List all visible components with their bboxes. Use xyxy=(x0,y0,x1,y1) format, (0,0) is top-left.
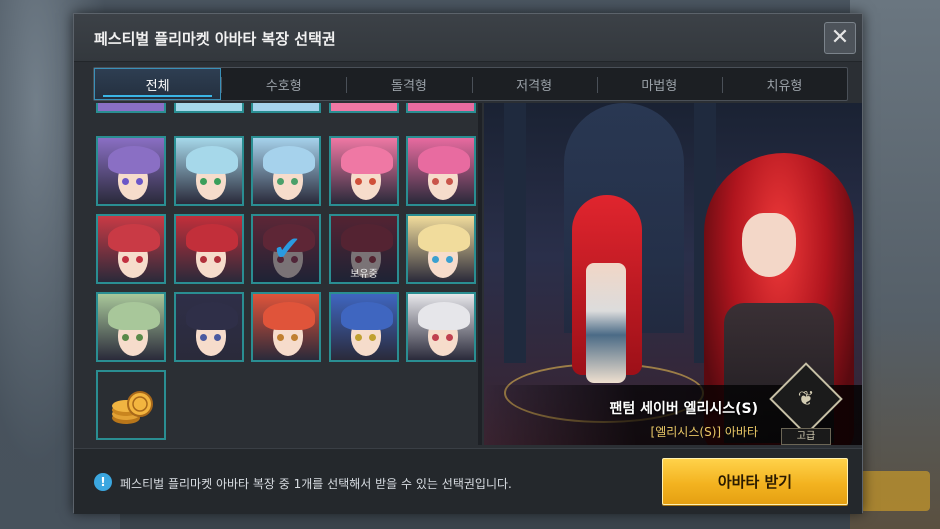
avatar-portrait-hair xyxy=(341,146,393,174)
avatar-portrait-eye xyxy=(122,178,129,185)
tab-label: 돌격형 xyxy=(390,78,427,94)
avatar-portrait-eye xyxy=(355,178,362,185)
avatar-name: 팬텀 세이버 엘리시스(S) xyxy=(609,401,758,417)
avatar-portrait-eye xyxy=(291,334,298,341)
avatar-portrait-eye xyxy=(355,334,362,341)
dialog-footer: ! 페스티벌 플리마켓 아바타 복장 중 1개를 선택해서 받을 수 있는 선택… xyxy=(74,448,862,514)
avatar-portrait-eye xyxy=(214,178,221,185)
tab-label: 수호형 xyxy=(265,78,302,94)
avatar-portrait-hair xyxy=(186,302,238,330)
tab-guardian[interactable]: 수호형 xyxy=(221,68,346,100)
avatar-portrait-hair xyxy=(418,224,470,252)
avatar-portrait-eye xyxy=(214,256,221,263)
avatar-cell[interactable] xyxy=(96,136,166,206)
tab-label: 마법형 xyxy=(641,78,678,94)
avatar-cell[interactable] xyxy=(96,214,166,284)
avatar-subtitle: [엘리시스(S)] 아바타 xyxy=(650,425,758,439)
avatar-portrait-hair xyxy=(186,146,238,174)
background-pillar xyxy=(504,103,526,363)
avatar-portrait-eye xyxy=(369,178,376,185)
avatar-cell-selected[interactable]: ✔ xyxy=(251,214,321,284)
avatar-portrait-eye xyxy=(200,256,207,263)
character-illustration-face xyxy=(742,213,796,277)
grid-scrollbar[interactable] xyxy=(478,103,482,445)
avatar-cell[interactable] xyxy=(251,292,321,362)
coin-reward-cell[interactable] xyxy=(96,370,166,440)
info-icon: ! xyxy=(94,473,112,491)
avatar-portrait-hair xyxy=(418,302,470,330)
dialog-header: 페스티벌 플리마켓 아바타 복장 선택권 ✕ xyxy=(74,14,862,62)
avatar-portrait-eye xyxy=(136,334,143,341)
avatar-portrait-eye xyxy=(277,334,284,341)
avatar-portrait-eye xyxy=(432,256,439,263)
chibi-character-body xyxy=(586,263,626,383)
avatar-portrait-eye xyxy=(200,334,207,341)
avatar-cell[interactable] xyxy=(406,292,476,362)
avatar-portrait-eye xyxy=(122,256,129,263)
receive-avatar-label: 아바타 받기 xyxy=(717,473,793,491)
avatar-portrait-hair xyxy=(418,146,470,174)
avatar-grid: ✔ 보유중 xyxy=(93,103,485,445)
avatar-cell[interactable] xyxy=(251,136,321,206)
avatar-cell[interactable] xyxy=(174,214,244,284)
class-filter-tabs: 전체 수호형 돌격형 저격형 마법형 치유형 xyxy=(93,67,848,101)
avatar-portrait-eye xyxy=(136,178,143,185)
avatar-portrait-eye xyxy=(277,178,284,185)
avatar-preview: 팬텀 세이버 엘리시스(S) [엘리시스(S)] 아바타 ❦ 고급 xyxy=(484,103,862,445)
tab-sniper[interactable]: 저격형 xyxy=(471,68,597,100)
avatar-portrait-hair xyxy=(263,146,315,174)
background-blur-right xyxy=(850,0,940,529)
avatar-portrait-eye xyxy=(200,178,207,185)
avatar-portrait-eye xyxy=(136,256,143,263)
tab-label: 전체 xyxy=(145,78,170,94)
avatar-portrait-hair xyxy=(108,302,160,330)
wing-emblem-icon: ❦ xyxy=(797,386,815,410)
avatar-portrait-hair xyxy=(341,302,393,330)
avatar-cell-partial[interactable] xyxy=(174,103,244,113)
tab-label: 저격형 xyxy=(516,78,553,94)
avatar-cell[interactable] xyxy=(329,292,399,362)
avatar-portrait-eye xyxy=(446,334,453,341)
avatar-cell-partial[interactable] xyxy=(329,103,399,113)
avatar-cell[interactable] xyxy=(406,214,476,284)
avatar-cell-partial[interactable] xyxy=(96,103,166,113)
avatar-portrait-eye xyxy=(446,178,453,185)
checkmark-icon: ✔ xyxy=(272,229,302,269)
close-button[interactable]: ✕ xyxy=(824,22,856,54)
tab-magic[interactable]: 마법형 xyxy=(596,68,722,100)
avatar-portrait-hair xyxy=(263,302,315,330)
gold-coins-icon xyxy=(112,391,153,424)
avatar-portrait-eye xyxy=(432,178,439,185)
tab-label: 치유형 xyxy=(766,78,803,94)
avatar-cell-partial[interactable] xyxy=(251,103,321,113)
avatar-selection-dialog: 페스티벌 플리마켓 아바타 복장 선택권 ✕ 전체 수호형 돌격형 저격형 마법… xyxy=(73,13,863,514)
close-icon: ✕ xyxy=(830,25,850,50)
tab-assault[interactable]: 돌격형 xyxy=(346,68,471,100)
avatar-cell[interactable] xyxy=(174,136,244,206)
background-blur-button xyxy=(860,471,930,511)
avatar-portrait-hair xyxy=(108,146,160,174)
avatar-cell[interactable] xyxy=(174,292,244,362)
avatar-portrait-eye xyxy=(122,334,129,341)
avatar-cell[interactable] xyxy=(96,292,166,362)
grade-label: 고급 xyxy=(781,428,831,445)
avatar-portrait-eye xyxy=(446,256,453,263)
tab-all[interactable]: 전체 xyxy=(94,68,222,100)
avatar-portrait-hair xyxy=(186,224,238,252)
tab-healer[interactable]: 치유형 xyxy=(721,68,847,100)
avatar-cell-owned[interactable]: 보유중 xyxy=(329,214,399,284)
avatar-portrait-eye xyxy=(369,334,376,341)
avatar-portrait-eye xyxy=(214,334,221,341)
avatar-cell-partial[interactable] xyxy=(406,103,476,113)
avatar-portrait-hair xyxy=(108,224,160,252)
info-text: 페스티벌 플리마켓 아바타 복장 중 1개를 선택해서 받을 수 있는 선택권입… xyxy=(120,477,512,491)
receive-avatar-button[interactable]: 아바타 받기 xyxy=(662,458,848,505)
avatar-portrait-eye xyxy=(432,334,439,341)
avatar-cell[interactable] xyxy=(329,136,399,206)
avatar-cell[interactable] xyxy=(406,136,476,206)
owned-label: 보유중 xyxy=(350,269,378,280)
avatar-portrait-eye xyxy=(291,178,298,185)
dialog-title: 페스티벌 플리마켓 아바타 복장 선택권 xyxy=(94,30,336,48)
